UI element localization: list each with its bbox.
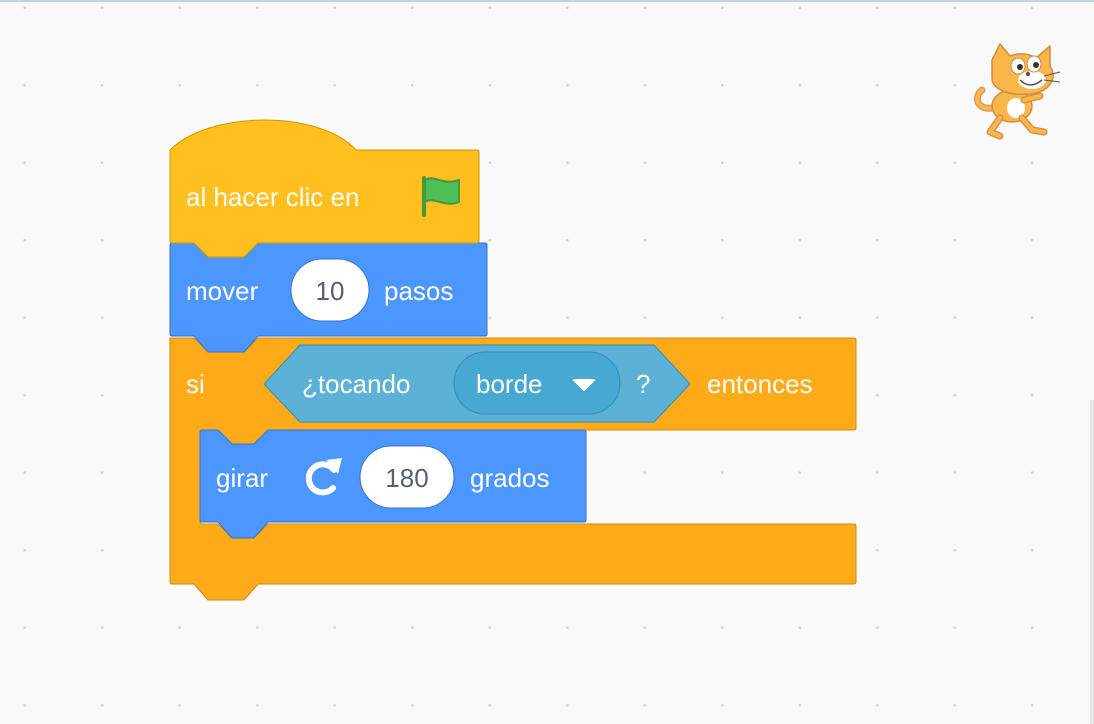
steps-value: 10 — [316, 276, 345, 306]
turn-label: girar — [216, 463, 268, 493]
move-steps-block[interactable]: mover 10 pasos — [169, 242, 488, 353]
turn-right-block[interactable]: girar 180 grados — [199, 429, 587, 539]
degrees-value: 180 — [385, 463, 428, 493]
when-flag-label: al hacer clic en — [186, 182, 359, 212]
if-label: si — [186, 369, 205, 399]
degrees-label: grados — [470, 463, 550, 493]
question-mark: ? — [636, 369, 650, 399]
touching-menu-value: borde — [476, 369, 543, 399]
touching-condition-block[interactable]: ¿tocando borde ? — [263, 344, 691, 423]
move-label: mover — [186, 276, 259, 306]
touching-label: ¿tocando — [302, 369, 410, 399]
when-flag-clicked-block[interactable]: al hacer clic en — [169, 119, 480, 258]
scratch-cat-sprite[interactable] — [970, 38, 1070, 142]
block-workspace[interactable]: si ¿tocando borde ? entonces girar 180 g… — [0, 0, 1094, 724]
steps-label: pasos — [384, 276, 453, 306]
then-label: entonces — [707, 369, 813, 399]
